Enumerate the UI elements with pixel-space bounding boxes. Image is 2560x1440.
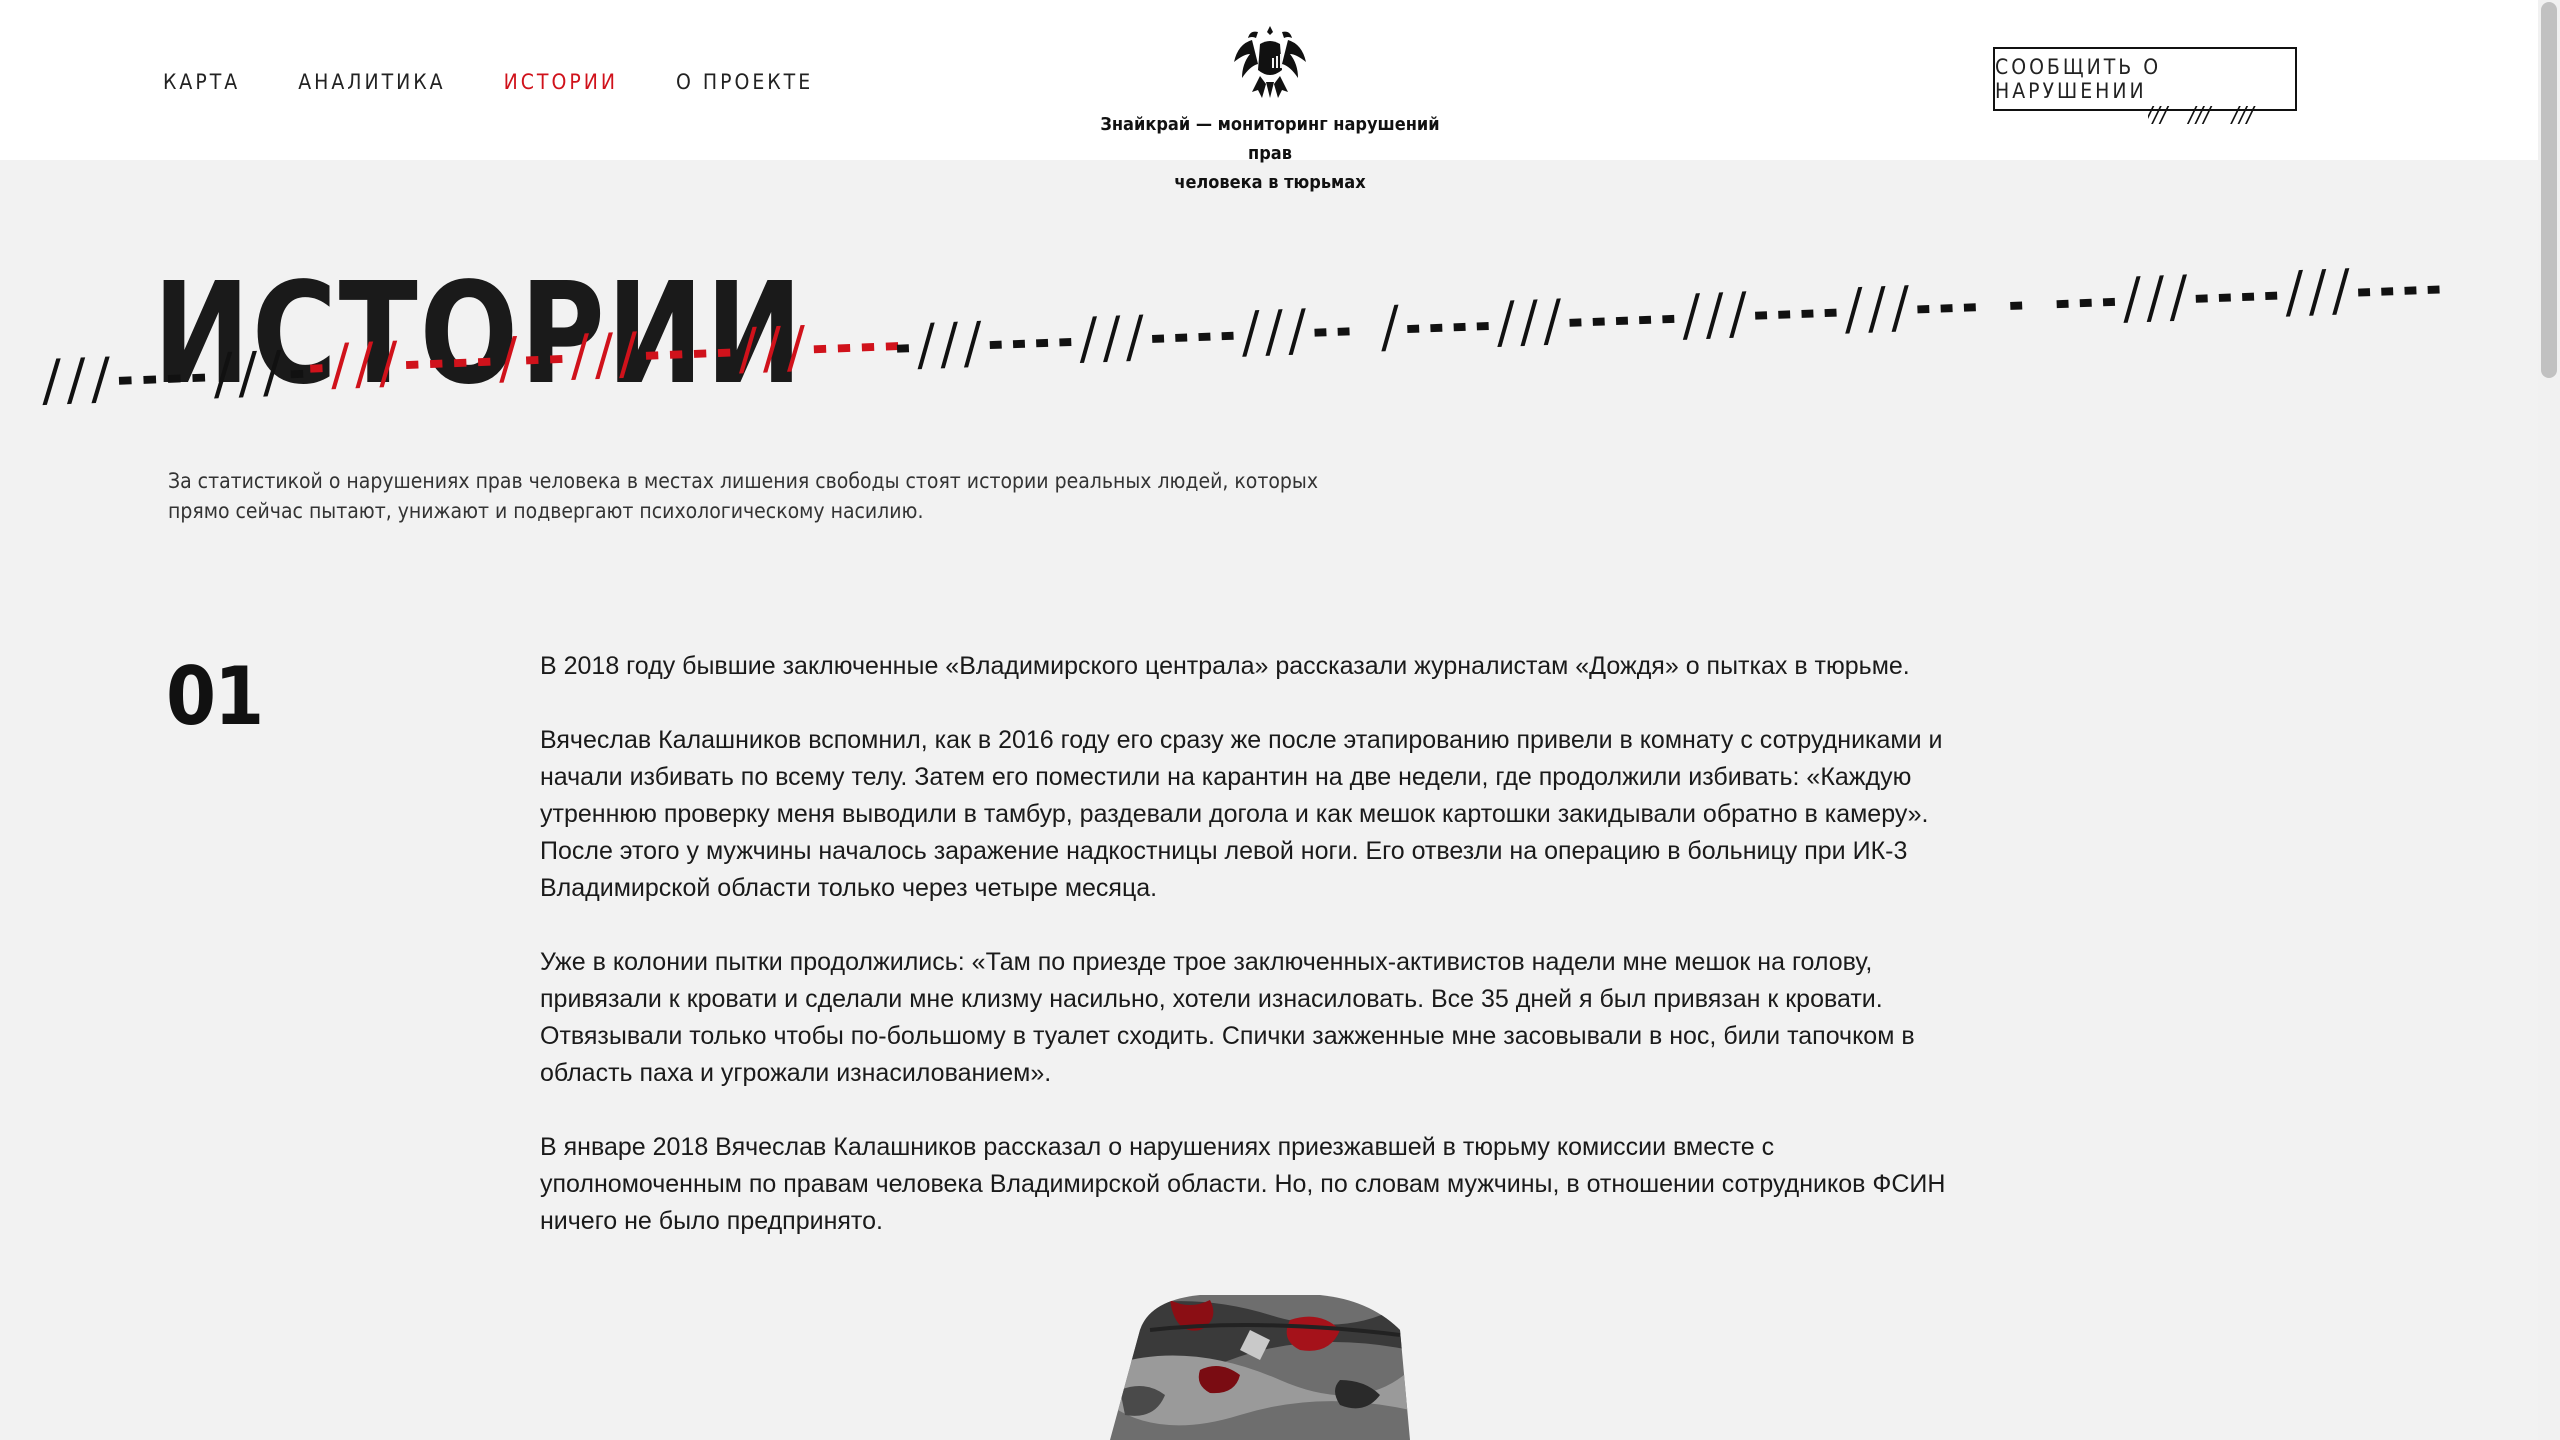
story-number: 01 <box>166 650 264 743</box>
story-text: В 2018 году бывшие заключенные «Владимир… <box>540 648 1980 1277</box>
story-paragraph: В январе 2018 Вячеслав Калашников расска… <box>540 1133 1946 1235</box>
story-paragraph: В 2018 году бывшие заключенные «Владимир… <box>540 652 1910 680</box>
scrollbar-thumb[interactable] <box>2541 2 2557 378</box>
page-scrollbar[interactable] <box>2538 0 2560 1440</box>
story-paragraph: Вячеслав Калашников вспомнил, как в 2016… <box>540 726 1943 902</box>
slash-segment-red: -///----/--///----///---- <box>303 311 905 399</box>
intro-text: За статистикой о нарушениях прав человек… <box>168 469 1319 523</box>
slash-segment-black-right: -///----///----///-- /----///-----///---… <box>890 254 2446 379</box>
story-paragraph: Уже в колонии пытки продолжились: «Там п… <box>540 948 1915 1087</box>
slash-segment-black-left: ///----///- <box>38 339 310 414</box>
story-illustration <box>1110 1295 1410 1440</box>
slash-line-decoration: ///----///- -///----/--///----///---- -/… <box>38 254 2446 414</box>
